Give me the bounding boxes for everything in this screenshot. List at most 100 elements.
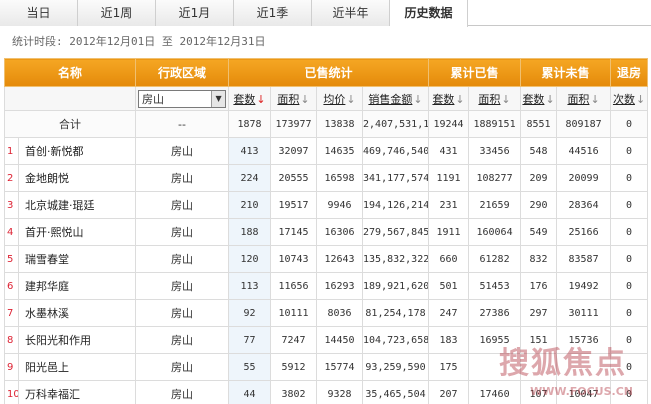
cell-unsold-area: [556, 353, 612, 381]
sort-unsold-area[interactable]: 面积↓: [567, 93, 599, 106]
table-row: 5 瑞雪春堂 房山 120 10743 12643 135,832,322 660 61282 8…: [4, 245, 649, 273]
tab-half-year[interactable]: 近半年: [312, 0, 390, 26]
cell-area: 5912: [270, 353, 318, 381]
arrow-down-icon: ↓: [545, 92, 555, 106]
arrow-down-icon: ↓: [413, 92, 423, 106]
cell-cum-count: 1911: [428, 218, 470, 246]
cell-amount: 194,126,214: [362, 191, 430, 219]
total-returns: 0: [610, 110, 649, 138]
cell-name[interactable]: 首开·熙悦山: [17, 218, 137, 246]
total-unsold-count: 8551: [520, 110, 558, 138]
cell-unsold-count: 549: [520, 218, 558, 246]
col-cum-unsold-header: 累计未售: [520, 58, 612, 87]
cell-avg-price: 16598: [316, 164, 364, 192]
cell-area: 32097: [270, 137, 318, 165]
cell-name[interactable]: 建邦华庭: [17, 272, 137, 300]
tab-week[interactable]: 近1周: [78, 0, 156, 26]
cell-avg-price: 14635: [316, 137, 364, 165]
col-name-header: 名称: [3, 58, 137, 87]
sort-unsold-count[interactable]: 套数↓: [522, 93, 554, 106]
cell-region: 房山: [135, 191, 230, 219]
cell-count: 224: [228, 164, 272, 192]
total-unsold-area: 809187: [556, 110, 612, 138]
sort-amount[interactable]: 销售金额↓: [368, 93, 422, 106]
total-region: --: [135, 110, 230, 138]
tab-quarter[interactable]: 近1季: [234, 0, 312, 26]
cell-name[interactable]: 长阳光和作用: [17, 326, 137, 354]
cell-unsold-area: 20099: [556, 164, 612, 192]
sort-sold-area[interactable]: 面积↓: [277, 93, 309, 106]
table-row: 9 阳光邑上 房山 55 5912 15774 93,259,590 175 0: [4, 353, 649, 381]
cell-avg-price: 15774: [316, 353, 364, 381]
cell-unsold-area: 28364: [556, 191, 612, 219]
cell-name[interactable]: 水墨林溪: [17, 299, 137, 327]
cell-returns: 0: [610, 272, 649, 300]
cell-returns: 0: [610, 218, 649, 246]
cell-name[interactable]: 瑞雪春堂: [17, 245, 137, 273]
tab-month[interactable]: 近1月: [156, 0, 234, 26]
total-area: 173977: [270, 110, 318, 138]
cell-unsold-area: 30111: [556, 299, 612, 327]
cell-cum-area: 17460: [468, 380, 522, 404]
cell-unsold-count: 176: [520, 272, 558, 300]
cell-area: 3802: [270, 380, 318, 404]
sort-sold-count[interactable]: 套数↓: [233, 93, 265, 106]
cell-region: 房山: [135, 272, 230, 300]
cell-name[interactable]: 北京城建·琨廷: [17, 191, 137, 219]
cell-returns: 0: [610, 353, 649, 381]
region-select[interactable]: 房山 ▼: [138, 89, 227, 108]
cell-amount: 469,746,540: [362, 137, 430, 165]
cell-unsold-count: 290: [520, 191, 558, 219]
cell-cum-area: 21659: [468, 191, 522, 219]
cell-cum-count: 247: [428, 299, 470, 327]
cell-avg-price: 8036: [316, 299, 364, 327]
cell-name[interactable]: 首创·新悦都: [17, 137, 137, 165]
cell-cum-count: 501: [428, 272, 470, 300]
cell-area: 20555: [270, 164, 318, 192]
cell-returns: 0: [610, 299, 649, 327]
cell-cum-area: 16955: [468, 326, 522, 354]
region-filter-cell: 房山 ▼: [135, 86, 230, 111]
stat-period-label: 统计时段: 2012年12月01日 至 2012年12月31日: [12, 35, 266, 48]
cell-unsold-count: 209: [520, 164, 558, 192]
cell-returns: 0: [610, 137, 649, 165]
cell-cum-count: 207: [428, 380, 470, 404]
table-row: 3 北京城建·琨廷 房山 210 19517 9946 194,126,214 231 2165…: [4, 191, 649, 219]
arrow-down-icon: ↓: [256, 92, 266, 106]
cell-unsold-count: 297: [520, 299, 558, 327]
cell-unsold-count: [520, 353, 558, 381]
sort-returns[interactable]: 次数↓: [613, 93, 645, 106]
table-subheader-row: 房山 ▼ 套数↓ 面积↓ 均价↓ 销售金额↓ 套数↓ 面积↓ 套数↓ 面积↓ 次…: [3, 86, 649, 111]
table-row: 1 首创·新悦都 房山 413 32097 14635 469,746,540 431 3345…: [4, 137, 649, 165]
cell-region: 房山: [135, 353, 230, 381]
tab-today[interactable]: 当日: [0, 0, 78, 26]
cell-cum-area: 160064: [468, 218, 522, 246]
cell-rank: 3: [4, 191, 19, 219]
cell-area: 19517: [270, 191, 318, 219]
table-row: 8 长阳光和作用 房山 77 7247 14450 104,723,658 183 16955 1…: [4, 326, 649, 354]
cell-rank: 1: [4, 137, 19, 165]
cell-avg-price: 14450: [316, 326, 364, 354]
cell-region: 房山: [135, 380, 230, 404]
cell-avg-price: 9946: [316, 191, 364, 219]
total-avg-price: 13838: [316, 110, 364, 138]
cell-cum-area: 108277: [468, 164, 522, 192]
cell-name[interactable]: 金地朗悦: [17, 164, 137, 192]
sort-avg-price[interactable]: 均价↓: [323, 93, 355, 106]
chevron-down-icon[interactable]: ▼: [211, 90, 226, 107]
cell-area: 7247: [270, 326, 318, 354]
cell-amount: 135,832,322: [362, 245, 430, 273]
cell-name[interactable]: 阳光邑上: [17, 353, 137, 381]
name-filter-cell: [3, 86, 137, 111]
sort-cum-count[interactable]: 套数↓: [432, 93, 464, 106]
cell-rank: 5: [4, 245, 19, 273]
tab-history[interactable]: 历史数据: [390, 0, 468, 27]
cell-unsold-area: 25166: [556, 218, 612, 246]
cell-name[interactable]: 万科幸福汇: [17, 380, 137, 404]
cell-unsold-area: 83587: [556, 245, 612, 273]
cell-avg-price: 9328: [316, 380, 364, 404]
cell-avg-price: 16293: [316, 272, 364, 300]
sales-table: 名称 行政区域 已售统计 累计已售 累计未售 退房 房山 ▼ 套数↓ 面积↓ 均…: [3, 58, 649, 404]
table-row: 4 首开·熙悦山 房山 188 17145 16306 279,567,845 1911 160…: [4, 218, 649, 246]
sort-cum-area[interactable]: 面积↓: [478, 93, 510, 106]
